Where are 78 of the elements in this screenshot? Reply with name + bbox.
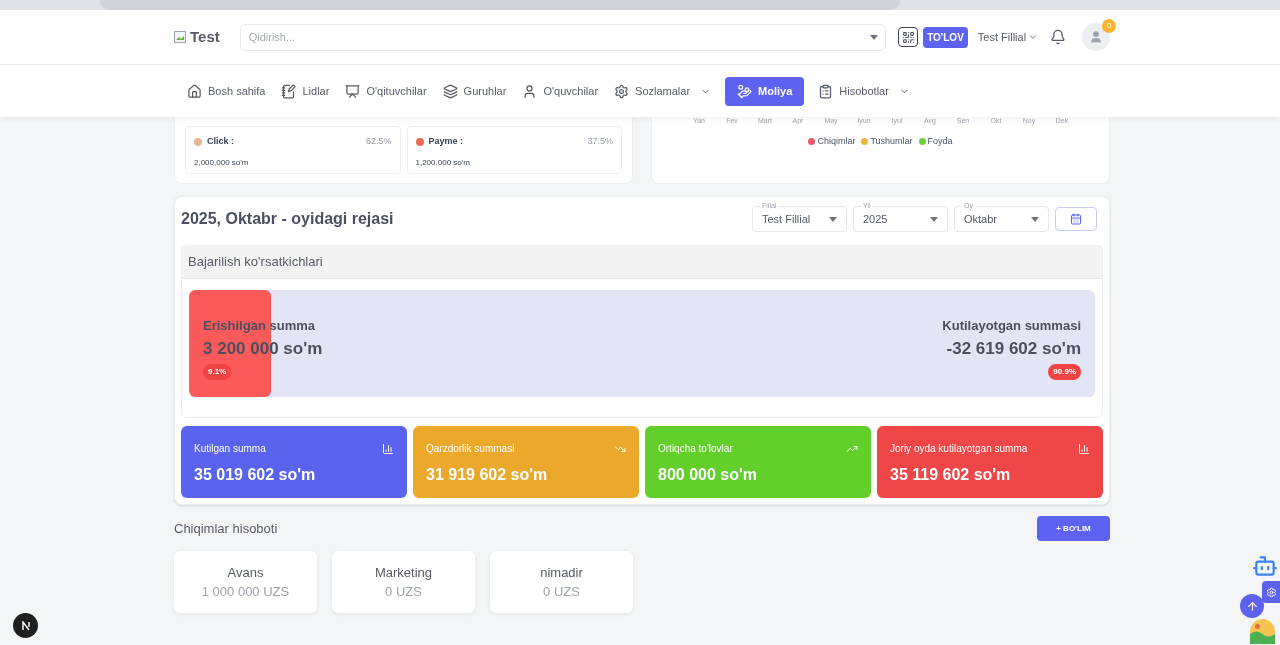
expense-amount: 1 000 000 UZS: [201, 583, 290, 601]
notepad-icon: [281, 83, 297, 99]
stat-label: Ortiqcha to'lovlar: [658, 442, 733, 456]
stat-label: Joriy oyda kutilayotgan summa: [890, 442, 1028, 456]
stat-value: 31 919 602 so'm: [426, 465, 549, 485]
layers-icon: [442, 83, 458, 99]
qr-code-icon: [901, 30, 915, 44]
caret-icon: [870, 34, 879, 40]
qr-code-button[interactable]: [898, 27, 919, 47]
percent-badge: 9.1%: [203, 364, 232, 380]
section-title: Chiqimlar hisoboti: [174, 519, 278, 538]
settings-icon: [1265, 586, 1277, 598]
legend-label: Foyda: [927, 135, 953, 148]
clipboard-icon: [818, 83, 834, 99]
nav-tab[interactable]: Guruhlar: [440, 76, 509, 106]
payment-amount: 1,200,000 so'm: [415, 156, 471, 169]
stat-label: Kutilgan summa: [194, 442, 266, 456]
stat-value: 800 000 so'm: [658, 465, 758, 485]
logo-text: Test: [190, 26, 220, 47]
bar-chart-icon: [1078, 442, 1090, 455]
nav-tab[interactable]: Bosh sahifa: [185, 76, 268, 106]
settings-icon: [614, 83, 630, 99]
expense-amount: 0 UZS: [385, 583, 422, 601]
expense-card[interactable]: Avans 1 000 000 UZS: [174, 551, 317, 613]
payment-percent: 37.5%: [587, 135, 613, 148]
n-logo-icon: [20, 620, 31, 631]
add-section-button[interactable]: + BO'LIM: [1037, 516, 1110, 541]
payment-amount: 2,000,000 so'm: [194, 156, 250, 169]
nav-tab[interactable]: Moliya: [725, 76, 805, 106]
percent-badge: 90.9%: [1048, 364, 1081, 380]
expected-value: -32 619 602 so'm: [946, 337, 1081, 360]
expense-name: Avans: [227, 563, 264, 582]
bell-icon[interactable]: [1050, 29, 1066, 45]
branch-dropdown[interactable]: Test Fillial: [977, 28, 1039, 46]
bar-chart-icon: [382, 442, 394, 455]
nav-tab[interactable]: Sozlamalar: [612, 76, 714, 106]
broken-image-icon: [174, 31, 186, 43]
landscape-icon[interactable]: [1250, 619, 1275, 644]
user-icon: [522, 83, 538, 99]
legend-label: Chiqimlar: [817, 135, 856, 148]
user-icon: [1089, 30, 1103, 44]
panel-title: Bajarilish ko'rsatkichlari: [188, 253, 323, 272]
calendar-button[interactable]: [1055, 207, 1097, 231]
scroll-top-button[interactable]: [1240, 594, 1264, 618]
nav-tab[interactable]: O'quvchilar: [520, 76, 601, 106]
settings-tab[interactable]: [1262, 581, 1280, 603]
pay-button[interactable]: TO'LOV: [923, 26, 968, 48]
presentation-icon: [345, 83, 361, 99]
nav-tab[interactable]: O'qituvchilar: [343, 76, 429, 106]
coins-hand-icon: [737, 83, 753, 99]
expense-card[interactable]: Marketing 0 UZS: [332, 551, 475, 613]
plan-title: 2025, Oktabr - oyidagi rejasi: [181, 209, 394, 229]
caret-icon: [930, 216, 938, 222]
avatar[interactable]: [1082, 23, 1110, 51]
expense-name: nimadir: [540, 563, 583, 582]
expected-label: Kutilayotgan summasi: [942, 317, 1081, 335]
caret-icon: [829, 216, 837, 222]
chevron-down-icon: [1028, 32, 1039, 42]
payment-name: Click :: [207, 135, 234, 148]
payment-percent: 62.5%: [365, 135, 392, 148]
expense-card[interactable]: nimadir 0 UZS: [490, 551, 633, 613]
payment-name: Payme :: [428, 135, 464, 148]
expense-amount: 0 UZS: [543, 583, 580, 601]
arrow-up-icon: [1245, 599, 1259, 613]
expense-name: Marketing: [374, 563, 433, 582]
next-logo-button[interactable]: [13, 613, 38, 638]
legend-label: Tushumlar: [870, 135, 913, 148]
calendar-icon: [1070, 213, 1082, 225]
home-icon: [187, 83, 202, 99]
nav-tab[interactable]: Lidlar: [279, 76, 332, 106]
stat-label: Qarzdorlik summasi: [426, 442, 515, 456]
stat-value: 35 119 602 so'm: [890, 465, 1012, 485]
robot-icon[interactable]: [1252, 553, 1278, 579]
nav-tab[interactable]: Hisobotlar: [816, 76, 912, 106]
caret-icon: [1031, 216, 1039, 222]
stat-value: 35 019 602 so'm: [194, 465, 317, 485]
notification-badge: 0: [1102, 19, 1116, 33]
search-field[interactable]: Qidirish...: [239, 23, 887, 51]
